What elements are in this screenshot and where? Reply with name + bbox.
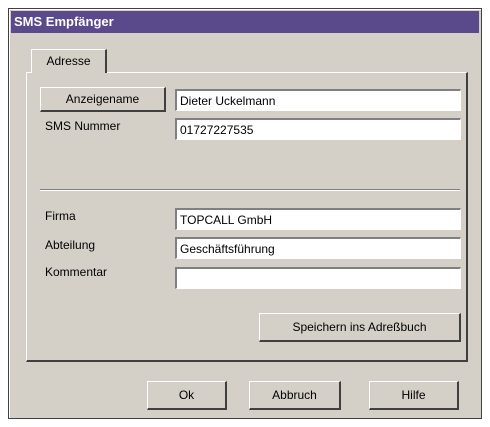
save-to-addressbook-button[interactable]: Speichern ins Adreßbuch	[259, 313, 461, 342]
department-field[interactable]	[175, 237, 461, 259]
title-bar[interactable]: SMS Empfänger	[11, 11, 479, 33]
separator	[40, 189, 460, 191]
department-label: Abteilung	[45, 238, 96, 252]
tab-panel-adresse: Anzeigename SMS Nummer Firma Abteilung K…	[26, 72, 468, 362]
ok-button[interactable]: Ok	[147, 381, 227, 410]
display-name-button[interactable]: Anzeigename	[40, 87, 166, 112]
cancel-button[interactable]: Abbruch	[249, 381, 341, 410]
dialog-window: SMS Empfänger Adresse Anzeigename SMS Nu…	[8, 8, 482, 419]
comment-field[interactable]	[175, 267, 461, 289]
sms-number-label: SMS Nummer	[45, 119, 121, 133]
sms-number-field[interactable]	[175, 118, 461, 140]
company-field[interactable]	[175, 208, 461, 230]
display-name-field[interactable]	[175, 89, 461, 111]
help-button[interactable]: Hilfe	[369, 381, 459, 410]
company-label: Firma	[45, 209, 76, 223]
comment-label: Kommentar	[45, 265, 108, 279]
tab-adresse[interactable]: Adresse	[31, 49, 107, 73]
